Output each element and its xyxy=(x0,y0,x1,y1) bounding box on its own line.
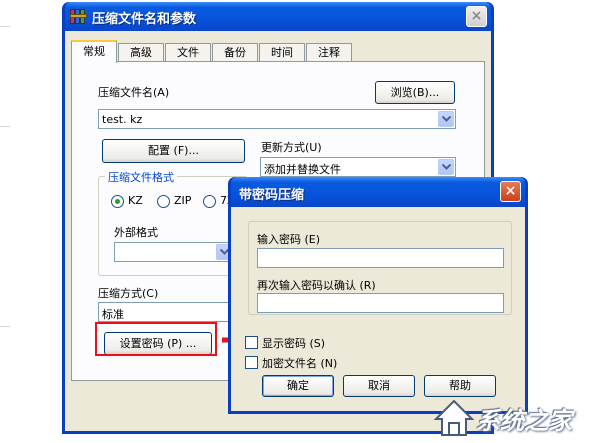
confirm-password-label: 再次输入密码以确认 (R) xyxy=(257,279,376,292)
tab-time[interactable]: 时间 xyxy=(259,43,305,62)
chevron-down-icon[interactable] xyxy=(438,159,454,175)
archive-format-title: 压缩文件格式 xyxy=(105,169,177,185)
tab-files[interactable]: 文件 xyxy=(165,43,211,62)
tab-advanced[interactable]: 高级 xyxy=(118,43,164,62)
password-dialog: 带密码压缩 × 输入密码 (E) 再次输入密码以确认 (R) 显示密码 (S) … xyxy=(228,177,528,414)
enter-password-field[interactable] xyxy=(257,248,504,268)
compression-method-select[interactable]: 标准 xyxy=(98,302,248,322)
tab-backup[interactable]: 备份 xyxy=(212,43,258,62)
chevron-down-icon[interactable] xyxy=(438,111,454,127)
update-mode-select[interactable]: 添加并替换文件 xyxy=(260,157,456,177)
tab-comment[interactable]: 注释 xyxy=(306,43,352,62)
password-button-highlight xyxy=(95,322,217,356)
window-title: 压缩文件名和参数 xyxy=(92,12,197,27)
screenshot: 压缩文件名和参数 × 常规 高级 文件 备份 时间 注释 压缩文件名(A) 浏览… xyxy=(0,0,598,443)
dialog-client: 输入密码 (E) 再次输入密码以确认 (R) 显示密码 (S) 加密文件名 (N… xyxy=(231,207,525,411)
winrar-books-icon xyxy=(70,8,87,25)
dialog-cancel-button[interactable]: 取消 xyxy=(343,375,415,397)
enter-password-label: 输入密码 (E) xyxy=(257,233,321,246)
watermark-logo: 系统之家 xyxy=(432,393,596,441)
external-format-label: 外部格式 xyxy=(114,226,158,239)
archive-name-label: 压缩文件名(A) xyxy=(98,86,170,99)
update-mode-value: 添加并替换文件 xyxy=(264,163,341,176)
titlebar[interactable]: 压缩文件名和参数 × xyxy=(65,2,491,31)
confirm-password-field[interactable] xyxy=(257,293,504,313)
close-icon: × xyxy=(470,8,483,24)
divider xyxy=(0,126,10,127)
format-kz-radio[interactable] xyxy=(111,195,124,208)
encrypt-names-checkbox[interactable] xyxy=(245,356,258,369)
dialog-title: 带密码压缩 xyxy=(239,188,305,203)
close-button[interactable]: × xyxy=(466,6,487,27)
dialog-ok-button[interactable]: 确定 xyxy=(262,375,334,397)
dialog-titlebar[interactable]: 带密码压缩 × xyxy=(231,177,525,207)
show-password-label[interactable]: 显示密码 (S) xyxy=(262,335,325,351)
divider xyxy=(0,26,10,27)
dialog-close-button[interactable]: × xyxy=(500,181,521,202)
tab-general[interactable]: 常规 xyxy=(71,40,117,63)
format-zip-radio[interactable] xyxy=(157,195,170,208)
compression-method-value: 标准 xyxy=(102,308,124,321)
compression-method-label: 压缩方式(C) xyxy=(98,287,159,300)
browse-button[interactable]: 浏览(B)... xyxy=(375,81,455,104)
config-button[interactable]: 配置 (F)... xyxy=(102,139,245,163)
format-kz-label[interactable]: KZ xyxy=(128,194,143,207)
show-password-checkbox[interactable] xyxy=(245,336,258,349)
watermark-text: 系统之家 xyxy=(476,407,572,435)
archive-name-value: test. kz xyxy=(102,113,143,126)
watermark-house-icon xyxy=(433,399,475,436)
encrypt-names-label[interactable]: 加密文件名 (N) xyxy=(262,355,337,371)
format-7z-radio[interactable] xyxy=(203,195,216,208)
divider xyxy=(0,326,10,327)
close-icon: × xyxy=(504,183,517,199)
format-zip-label[interactable]: ZIP xyxy=(174,194,191,207)
update-mode-label: 更新方式(U) xyxy=(261,141,322,154)
external-format-select[interactable] xyxy=(114,242,234,262)
archive-name-combo[interactable]: test. kz xyxy=(98,109,456,129)
